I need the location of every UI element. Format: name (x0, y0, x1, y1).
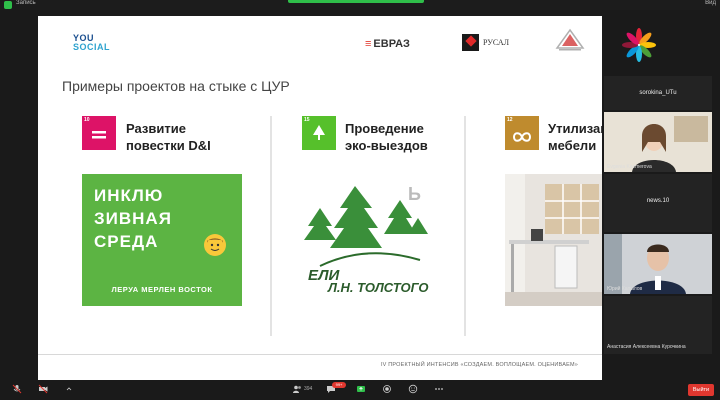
participant-name: Анастасия Алексеевна Курочкина (607, 344, 686, 350)
evraz-text: ЕВРАЗ (373, 38, 410, 50)
participant-name: Юрий Капылов (607, 286, 643, 292)
zoom-window: Запись Вид YOU SOCIAL ≡ ЕВРАЗ РУСАЛ Прим… (0, 0, 720, 400)
inclusive-caption: ЛЕРУА МЕРЛЕН ВОСТОК (111, 285, 213, 294)
shared-slide: YOU SOCIAL ≡ ЕВРАЗ РУСАЛ Примеры проекто… (38, 16, 656, 380)
fir-trees-icon: ЕЛИ Л.Н. ТОЛСТОГО Ь (304, 184, 429, 295)
video-camera-off-icon[interactable] (38, 384, 48, 394)
reactions-icon[interactable] (408, 384, 418, 394)
share-screen-icon[interactable] (356, 384, 366, 394)
column-label-line1: Проведение (345, 121, 424, 136)
leave-meeting-button[interactable]: Выйти (688, 384, 714, 396)
participant-tile-video[interactable]: Evgenia Kazmerova (604, 112, 712, 172)
you-social-logo: YOU SOCIAL (73, 34, 110, 52)
logo-social-text: SOCIAL (73, 42, 111, 52)
inclusive-line1: ИНКЛЮ (94, 186, 164, 205)
more-options-icon[interactable] (434, 384, 444, 394)
column-label-di: Развитие повестки D&I (126, 120, 211, 154)
evraz-logo: ≡ ЕВРАЗ (365, 38, 410, 50)
slide-footer-text: IV ПРОЕКТНЫЙ ИНТЕНСИВ «СОЗДАЕМ. ВОПЛОЩАЕ… (380, 362, 578, 368)
microphone-muted-icon[interactable] (12, 384, 22, 394)
column-label-line2: мебели (548, 138, 597, 153)
participant-video-man (604, 234, 712, 294)
rusal-mark-icon (462, 34, 479, 51)
column-label-furniture: Утилизац мебели (548, 120, 602, 154)
university-logo (550, 28, 590, 55)
participants-panel: sorokina_UTu Evgenia Kazmerova news.10 Ю… (604, 76, 712, 356)
rusal-logo: РУСАЛ (462, 34, 509, 51)
slide-title: Примеры проектов на стыке с ЦУР (62, 78, 290, 94)
participant-name: news.10 (646, 198, 670, 204)
participant-tile[interactable]: Анастасия Алексеевна Курочкина (604, 296, 712, 354)
trees-logo-line2: Л.Н. ТОЛСТОГО (327, 280, 429, 295)
screen-share-indicator[interactable] (288, 0, 424, 3)
sdg-12-icon: 12 (505, 116, 539, 150)
sdg-15-icon: 15 (302, 116, 336, 150)
smiley-face-icon (204, 234, 226, 256)
record-icon[interactable] (382, 384, 392, 394)
tree-icon (313, 125, 325, 140)
participant-name: Evgenia Kazmerova (607, 164, 652, 170)
shield-icon[interactable] (4, 1, 12, 9)
column-label-line2: повестки D&I (126, 138, 211, 153)
participant-name: sorokina_UTu (639, 90, 677, 96)
rusal-text: РУСАЛ (483, 38, 510, 47)
column-label-line1: Утилизац (548, 121, 602, 136)
participants-count: 394 (304, 386, 313, 392)
trees-logo-letter: Ь (408, 184, 421, 204)
partner-flower-logo-icon (622, 28, 656, 62)
inclusive-line3: СРЕДА (94, 232, 159, 251)
chat-unread-badge: 99+ (332, 382, 346, 388)
top-bar: Запись Вид (0, 0, 720, 10)
equality-symbol-icon (92, 131, 106, 139)
participant-tile-video[interactable]: Юрий Капылов (604, 234, 712, 294)
inclusive-environment-card: ИНКЛЮ ЗИВНАЯ СРЕДА ЛЕРУА МЕРЛЕН ВОСТОК (82, 174, 242, 306)
office-furniture-photo (505, 174, 602, 306)
meeting-toolbar: 394 99+ Выйти (0, 380, 720, 400)
view-button[interactable]: Вид (705, 0, 716, 6)
participant-tile[interactable]: sorokina_UTu (604, 76, 712, 110)
chevron-up-icon[interactable] (64, 384, 74, 394)
recording-label: Запись (16, 0, 36, 6)
column-label-eco: Проведение эко-выездов (345, 120, 428, 154)
column-label-line1: Развитие (126, 121, 186, 136)
sdg-10-icon: 10 (82, 116, 116, 150)
office-scene-icon (505, 174, 602, 306)
participant-video-woman (604, 112, 712, 172)
slide-footer-divider (38, 354, 602, 355)
university-caption-line (550, 52, 590, 55)
column-divider (270, 116, 272, 336)
column-divider (464, 116, 466, 336)
column-label-line2: эко-выездов (345, 138, 428, 153)
inclusive-title: ИНКЛЮ ЗИВНАЯ СРЕДА (94, 184, 172, 253)
inclusive-line2: ЗИВНАЯ (94, 209, 172, 228)
tolstoy-trees-logo: ЕЛИ Л.Н. ТОЛСТОГО Ь (300, 178, 432, 296)
infinity-icon (512, 132, 532, 142)
participants-icon[interactable] (292, 384, 302, 394)
participant-tile[interactable]: news.10 (604, 174, 712, 232)
university-emblem-icon (555, 28, 585, 51)
evraz-mark-icon: ≡ (365, 38, 372, 50)
